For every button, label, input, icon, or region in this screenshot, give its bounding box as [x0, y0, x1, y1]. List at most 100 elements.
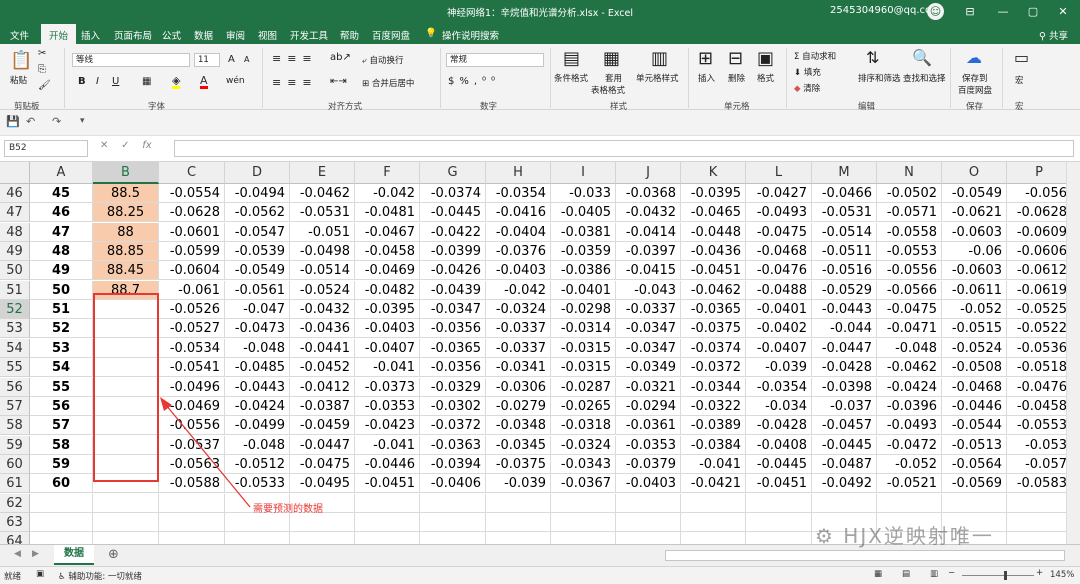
- grow-font-button[interactable]: A: [228, 54, 235, 65]
- cell-G[interactable]: -0.0374: [420, 184, 486, 203]
- cell-C[interactable]: -0.0588: [159, 474, 225, 494]
- account-email[interactable]: 2545304960@qq.com: [830, 5, 941, 16]
- scroll-right-icon[interactable]: ▶: [32, 549, 39, 559]
- cell-J[interactable]: [616, 532, 681, 544]
- cell-P[interactable]: -0.0476: [1007, 377, 1072, 397]
- cell-L[interactable]: -0.0488: [746, 280, 812, 300]
- cell-I[interactable]: -0.0315: [551, 358, 616, 378]
- paste-icon[interactable]: 📋: [10, 50, 32, 71]
- cell-N[interactable]: -0.0566: [877, 280, 942, 300]
- cell-J[interactable]: [616, 512, 681, 532]
- sort-filter-button[interactable]: 排序和筛选: [858, 72, 901, 84]
- close-button[interactable]: ✕: [1050, 2, 1076, 22]
- cell-G[interactable]: -0.0302: [420, 396, 486, 416]
- cell-N[interactable]: -0.0424: [877, 377, 942, 397]
- number-format-icons[interactable]: $%,⁰⁰: [448, 76, 500, 87]
- cell-A[interactable]: 45: [30, 184, 93, 203]
- baidu-cloud-icon[interactable]: ☁: [966, 48, 982, 67]
- row-header[interactable]: 51: [0, 280, 30, 300]
- column-header-M[interactable]: M: [812, 162, 877, 184]
- cell-N[interactable]: -0.048: [877, 338, 942, 358]
- horizontal-scrollbar[interactable]: [665, 550, 1065, 561]
- cell-N[interactable]: -0.0475: [877, 300, 942, 320]
- cell-K[interactable]: -0.041: [681, 454, 746, 474]
- cell-F[interactable]: -0.0423: [355, 416, 420, 436]
- cell-C[interactable]: -0.0563: [159, 454, 225, 474]
- cell-F[interactable]: -0.042: [355, 184, 420, 203]
- cell-J[interactable]: -0.0337: [616, 300, 681, 320]
- cell-J[interactable]: -0.0403: [616, 474, 681, 494]
- column-header-D[interactable]: D: [225, 162, 290, 184]
- cell-D[interactable]: -0.0499: [225, 416, 290, 436]
- row-header[interactable]: 49: [0, 242, 30, 262]
- cell-G[interactable]: -0.0356: [420, 358, 486, 378]
- macro-icon[interactable]: ▭: [1014, 48, 1029, 67]
- cell-J[interactable]: -0.0415: [616, 261, 681, 281]
- cell-C[interactable]: -0.0527: [159, 319, 225, 339]
- cell-D[interactable]: -0.0424: [225, 396, 290, 416]
- cell-J[interactable]: -0.0347: [616, 338, 681, 358]
- cell-A[interactable]: 48: [30, 242, 93, 262]
- orientation-icon[interactable]: ab↗: [330, 52, 351, 63]
- cell-E[interactable]: -0.0447: [290, 435, 355, 455]
- cell-I[interactable]: -0.0324: [551, 435, 616, 455]
- cell-E[interactable]: [290, 532, 355, 544]
- cell-H[interactable]: -0.0306: [486, 377, 551, 397]
- cell-M[interactable]: [812, 493, 877, 513]
- cell-J[interactable]: -0.0347: [616, 319, 681, 339]
- tab-baidu-netdisk[interactable]: 百度网盘: [372, 28, 410, 42]
- cell-I[interactable]: -0.0401: [551, 280, 616, 300]
- undo-icon[interactable]: ↶: [26, 115, 35, 128]
- cell-H[interactable]: -0.0337: [486, 319, 551, 339]
- cell-J[interactable]: -0.0361: [616, 416, 681, 436]
- cell-O[interactable]: -0.0515: [942, 319, 1007, 339]
- cell-H[interactable]: -0.0376: [486, 242, 551, 262]
- format-as-table-icon[interactable]: ▦: [603, 48, 620, 69]
- cell-D[interactable]: -0.0547: [225, 222, 290, 242]
- cell-P[interactable]: -0.0536: [1007, 338, 1072, 358]
- cell-J[interactable]: -0.0379: [616, 454, 681, 474]
- cell-C[interactable]: -0.0554: [159, 184, 225, 203]
- zoom-level[interactable]: 145%: [1050, 570, 1074, 580]
- tab-view[interactable]: 视图: [258, 28, 277, 42]
- cell-C[interactable]: -0.0628: [159, 203, 225, 223]
- cell-A[interactable]: 50: [30, 280, 93, 300]
- cell-F[interactable]: -0.0482: [355, 280, 420, 300]
- tell-me-search[interactable]: 操作说明搜索: [442, 28, 499, 42]
- cell-O[interactable]: -0.052: [942, 300, 1007, 320]
- cell-O[interactable]: -0.0621: [942, 203, 1007, 223]
- formula-input[interactable]: [174, 140, 1074, 157]
- cell-I[interactable]: -0.033: [551, 184, 616, 203]
- cell-M[interactable]: -0.0447: [812, 338, 877, 358]
- cell-P[interactable]: -0.0628: [1007, 203, 1072, 223]
- cell-D[interactable]: [225, 512, 290, 532]
- cell-H[interactable]: -0.0341: [486, 358, 551, 378]
- cell-B[interactable]: [93, 532, 159, 544]
- tab-developer[interactable]: 开发工具: [290, 28, 328, 42]
- cell-H[interactable]: [486, 532, 551, 544]
- save-to-label2[interactable]: 百度网盘: [958, 84, 992, 96]
- copy-icon[interactable]: ⎘: [38, 64, 46, 75]
- zoom-in-button[interactable]: +: [1036, 568, 1043, 578]
- cell-F[interactable]: [355, 493, 420, 513]
- tab-file[interactable]: 文件: [10, 28, 29, 42]
- row-header[interactable]: 46: [0, 184, 30, 203]
- cell-J[interactable]: -0.0368: [616, 184, 681, 203]
- save-to-label1[interactable]: 保存到: [962, 72, 988, 84]
- macro-button[interactable]: 宏: [1015, 74, 1024, 86]
- cell-N[interactable]: -0.0471: [877, 319, 942, 339]
- cell-C[interactable]: -0.0496: [159, 377, 225, 397]
- cell-A[interactable]: [30, 493, 93, 513]
- cell-F[interactable]: [355, 512, 420, 532]
- cell-K[interactable]: -0.0389: [681, 416, 746, 436]
- cell-I[interactable]: -0.0315: [551, 338, 616, 358]
- select-all-corner[interactable]: [0, 162, 30, 184]
- horizontal-align-icons[interactable]: ≡≡≡: [272, 76, 318, 89]
- cell-C[interactable]: -0.0604: [159, 261, 225, 281]
- cell-H[interactable]: -0.0279: [486, 396, 551, 416]
- cancel-icon[interactable]: ✕: [100, 140, 108, 151]
- cell-E[interactable]: -0.0514: [290, 261, 355, 281]
- cell-E[interactable]: -0.0441: [290, 338, 355, 358]
- cell-A[interactable]: 60: [30, 474, 93, 494]
- tab-home[interactable]: 开始: [41, 24, 77, 44]
